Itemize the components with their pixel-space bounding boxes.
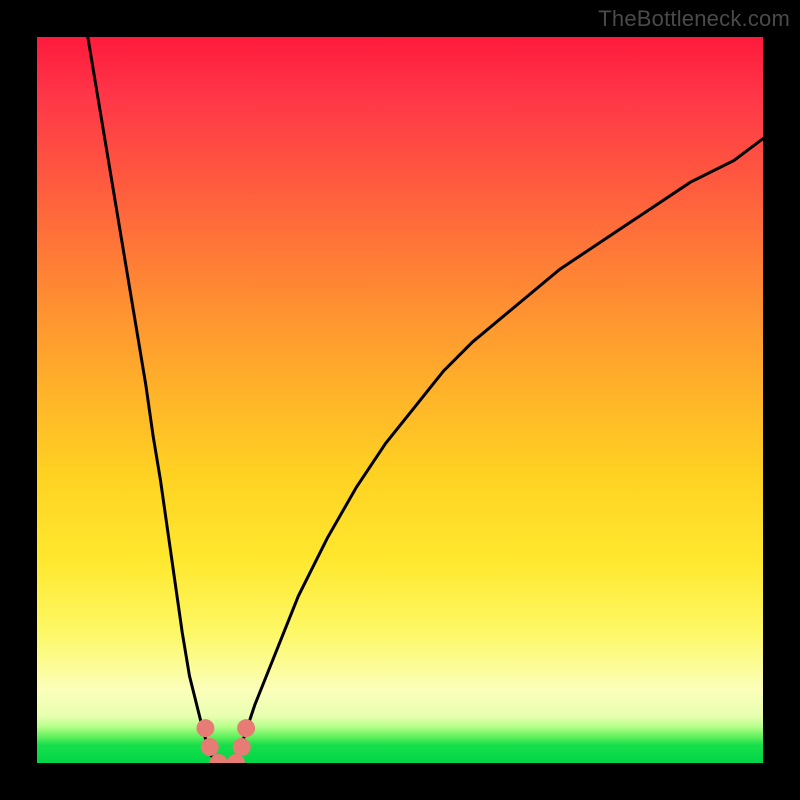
chart-frame: TheBottleneck.com	[0, 0, 800, 800]
chart-svg	[37, 37, 763, 763]
marker-bottom-2	[227, 754, 245, 763]
marker-left-2	[201, 738, 219, 756]
marker-bottom-1	[210, 754, 228, 763]
marker-right-1	[237, 719, 255, 737]
marker-right-2	[233, 738, 251, 756]
marker-left-1	[196, 719, 214, 737]
chart-plot-area	[37, 37, 763, 763]
curve-left-curve	[88, 37, 219, 763]
curve-right-curve	[233, 139, 763, 763]
watermark-text: TheBottleneck.com	[598, 6, 790, 32]
